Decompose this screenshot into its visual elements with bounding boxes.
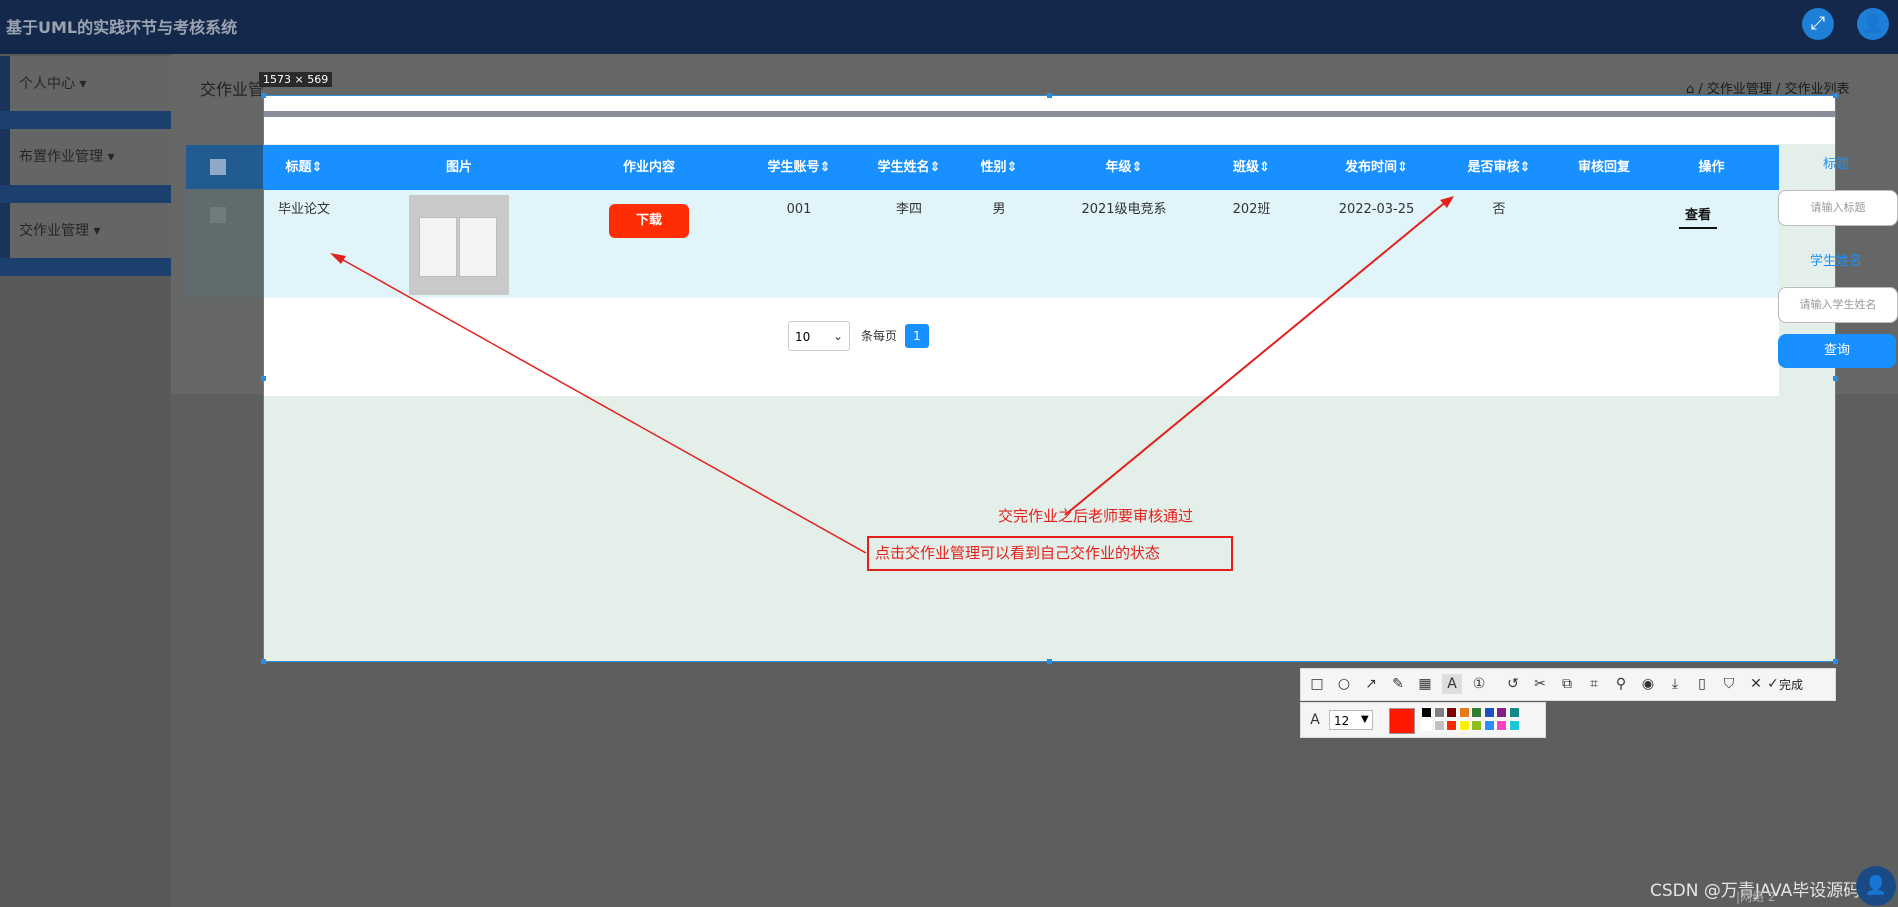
phone-icon[interactable]: ▯ xyxy=(1692,674,1712,694)
font-icon: A xyxy=(1310,712,1320,728)
pin-icon[interactable]: ⚲ xyxy=(1611,674,1631,694)
color-swatch[interactable] xyxy=(1458,720,1470,731)
color-swatch[interactable] xyxy=(1496,720,1507,731)
bookmark-icon[interactable]: ⛉ xyxy=(1719,674,1739,694)
pencil-tool-icon[interactable]: ✎ xyxy=(1388,674,1408,694)
annotation-text-box[interactable]: 点击交作业管理可以看到自己交作业的状态 xyxy=(867,536,1233,571)
color-swatch[interactable] xyxy=(1483,720,1495,731)
mosaic-tool-icon[interactable]: ▦ xyxy=(1415,674,1435,694)
color-swatch[interactable] xyxy=(1483,707,1495,718)
annotation-toolbar: □ ○ ↗ ✎ ▦ A ① ↺ ✂ ⧉ ⌗ ⚲ ◉ ⤓ ▯ ⛉ ✕ ✓ 完成 xyxy=(1300,668,1836,701)
annotation-text-review[interactable]: 交完作业之后老师要审核通过 xyxy=(998,505,1193,526)
ocr-icon[interactable]: ⌗ xyxy=(1584,674,1604,694)
avatar[interactable]: 👤 xyxy=(1856,866,1896,906)
color-swatch[interactable] xyxy=(1508,720,1520,731)
undo-icon[interactable]: ↺ xyxy=(1503,674,1523,694)
scissors-icon[interactable]: ✂ xyxy=(1530,674,1550,694)
color-swatch[interactable] xyxy=(1496,707,1507,718)
color-swatch[interactable] xyxy=(1433,707,1445,718)
ellipse-tool-icon[interactable]: ○ xyxy=(1334,674,1354,694)
arrow-to-title-cell xyxy=(335,255,867,554)
text-tool-icon[interactable]: A xyxy=(1442,674,1462,694)
chevron-down-icon: ▼ xyxy=(1361,714,1369,725)
bottom-pager-text: |网络 2 xyxy=(1736,890,1776,904)
color-swatch[interactable] xyxy=(1446,707,1457,718)
arrow-tool-icon[interactable]: ↗ xyxy=(1361,674,1381,694)
download-icon[interactable]: ⤓ xyxy=(1665,674,1685,694)
annotation-arrows xyxy=(330,196,1454,554)
record-icon[interactable]: ◉ xyxy=(1638,674,1658,694)
color-swatch[interactable] xyxy=(1421,707,1432,718)
color-swatch[interactable] xyxy=(1421,720,1432,731)
color-swatch[interactable] xyxy=(1446,720,1457,731)
color-palette xyxy=(1421,707,1525,733)
arrow-head xyxy=(1440,196,1454,208)
arrow-head xyxy=(330,253,346,264)
number-tool-icon[interactable]: ① xyxy=(1469,674,1489,694)
color-swatch[interactable] xyxy=(1471,720,1482,731)
translate-icon[interactable]: ⧉ xyxy=(1557,674,1577,694)
current-color-swatch[interactable] xyxy=(1389,708,1415,734)
rectangle-tool-icon[interactable]: □ xyxy=(1307,674,1327,694)
color-swatch[interactable] xyxy=(1433,720,1445,731)
color-swatch[interactable] xyxy=(1508,707,1520,718)
done-button[interactable]: 完成 xyxy=(1779,676,1803,693)
arrow-to-reviewed-cell xyxy=(1064,199,1449,516)
color-swatch[interactable] xyxy=(1458,707,1470,718)
text-style-toolbar: A 12 ▼ xyxy=(1300,702,1546,738)
color-swatch[interactable] xyxy=(1471,707,1482,718)
